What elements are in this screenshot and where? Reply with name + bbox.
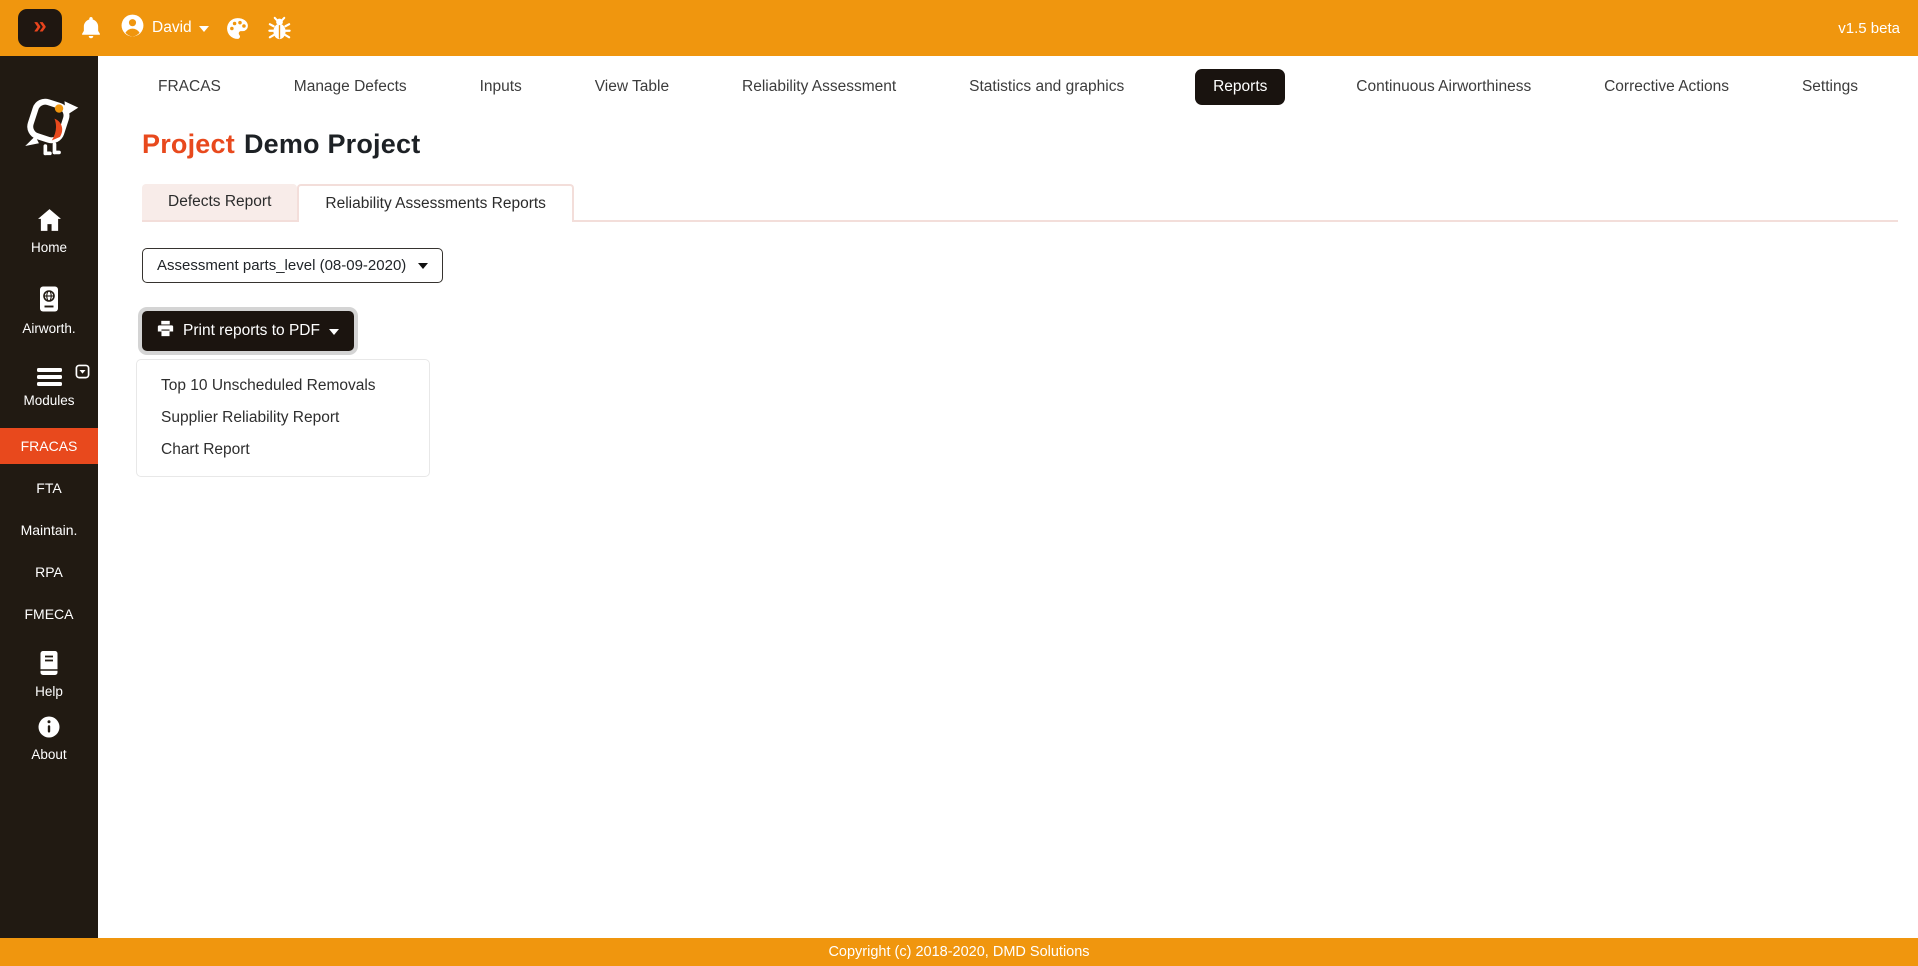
main-content: FRACAS Manage Defects Inputs View Table …: [98, 56, 1918, 938]
page-title-prefix: Project: [142, 129, 235, 159]
sidebar-item-airworthiness[interactable]: Airworth.: [0, 279, 98, 342]
menu-item-top10-unscheduled-removals[interactable]: Top 10 Unscheduled Removals: [137, 370, 429, 402]
sidebar-item-label: Home: [31, 240, 67, 255]
nav-item-manage-defects[interactable]: Manage Defects: [292, 69, 409, 105]
sidebar-item-home[interactable]: Home: [0, 202, 98, 261]
nav-item-inputs[interactable]: Inputs: [478, 69, 524, 105]
report-tabs: Defects Report Reliability Assessments R…: [142, 184, 1898, 222]
version-badge: v1.5 beta: [1838, 20, 1900, 37]
collapse-caret-icon[interactable]: [75, 364, 90, 382]
info-icon: [37, 715, 61, 742]
printer-icon: [157, 320, 174, 342]
sidebar-item-label: Modules: [23, 393, 74, 408]
nav-item-continuous-airworthiness[interactable]: Continuous Airworthiness: [1354, 69, 1533, 105]
sidebar-item-label: FMECA: [25, 606, 74, 622]
menu-item-supplier-reliability-report[interactable]: Supplier Reliability Report: [137, 402, 429, 434]
sidebar-item-fta[interactable]: FTA: [0, 470, 98, 506]
print-dropdown-menu: Top 10 Unscheduled Removals Supplier Rel…: [136, 359, 430, 477]
copyright-text: Copyright (c) 2018-2020, DMD Solutions: [828, 944, 1089, 960]
sidebar-item-maintain[interactable]: Maintain.: [0, 512, 98, 548]
topbar: » David: [0, 0, 1918, 56]
project-name: Demo Project: [244, 129, 420, 159]
nav-item-view-table[interactable]: View Table: [593, 69, 671, 105]
nav-item-reliability-assessment[interactable]: Reliability Assessment: [740, 69, 898, 105]
user-avatar-icon: [120, 13, 145, 43]
tab-reliability-assessments-reports[interactable]: Reliability Assessments Reports: [297, 184, 574, 222]
nav-item-statistics-and-graphics[interactable]: Statistics and graphics: [967, 69, 1126, 105]
print-dropdown-group: Print reports to PDF Top 10 Unscheduled …: [142, 311, 354, 351]
menu-item-chart-report[interactable]: Chart Report: [137, 434, 429, 466]
sidebar-item-label: RPA: [35, 564, 63, 580]
nav-item-reports[interactable]: Reports: [1195, 69, 1285, 105]
sidebar-toggle-button[interactable]: »: [18, 9, 62, 47]
user-name: David: [152, 19, 192, 37]
passport-icon: [37, 285, 61, 316]
home-icon: [36, 208, 63, 235]
hamburger-menu-icon: [0, 366, 98, 388]
sidebar-item-fracas[interactable]: FRACAS: [0, 428, 98, 464]
app-window: » David: [0, 0, 1918, 966]
sidebar-item-fmeca[interactable]: FMECA: [0, 596, 98, 632]
sidebar-item-label: Maintain.: [21, 522, 78, 538]
page-body: Project Demo Project Defects Report Relia…: [98, 115, 1918, 351]
nav-item-fracas[interactable]: FRACAS: [156, 69, 223, 105]
user-menu[interactable]: David: [120, 13, 209, 43]
print-reports-label: Print reports to PDF: [183, 322, 320, 340]
assessment-select[interactable]: Assessment parts_level (08-09-2020): [142, 248, 443, 283]
sidebar-item-modules[interactable]: Modules: [0, 360, 98, 414]
footer: Copyright (c) 2018-2020, DMD Solutions: [0, 938, 1918, 966]
sidebar: Home Airworth.: [0, 56, 98, 938]
bug-report-icon[interactable]: [266, 15, 293, 42]
chevron-down-icon: [418, 263, 428, 269]
chevron-down-icon: [329, 329, 339, 335]
sidebar-item-label: Airworth.: [22, 321, 75, 336]
assessment-select-value: Assessment parts_level (08-09-2020): [157, 257, 406, 274]
help-book-icon: [37, 650, 61, 679]
module-nav: FRACAS Manage Defects Inputs View Table …: [98, 56, 1918, 115]
sidebar-item-about[interactable]: About: [0, 709, 98, 768]
double-chevron-right-icon: »: [33, 14, 46, 38]
sidebar-item-label: About: [31, 747, 66, 762]
sidebar-item-label: Help: [35, 684, 63, 699]
nav-item-settings[interactable]: Settings: [1800, 69, 1860, 105]
nav-item-corrective-actions[interactable]: Corrective Actions: [1602, 69, 1731, 105]
sidebar-item-help[interactable]: Help: [0, 644, 98, 705]
page-title: Project Demo Project: [142, 129, 420, 160]
notifications-bell-icon[interactable]: [78, 15, 104, 41]
sidebar-item-label: FTA: [36, 480, 61, 496]
chevron-down-icon: [199, 26, 209, 32]
sidebar-item-rpa[interactable]: RPA: [0, 554, 98, 590]
theme-palette-icon[interactable]: [225, 16, 250, 41]
print-reports-button[interactable]: Print reports to PDF: [142, 311, 354, 351]
robin-bird-logo[interactable]: [17, 92, 81, 158]
tab-defects-report[interactable]: Defects Report: [142, 184, 297, 220]
sidebar-item-label: FRACAS: [21, 438, 78, 454]
